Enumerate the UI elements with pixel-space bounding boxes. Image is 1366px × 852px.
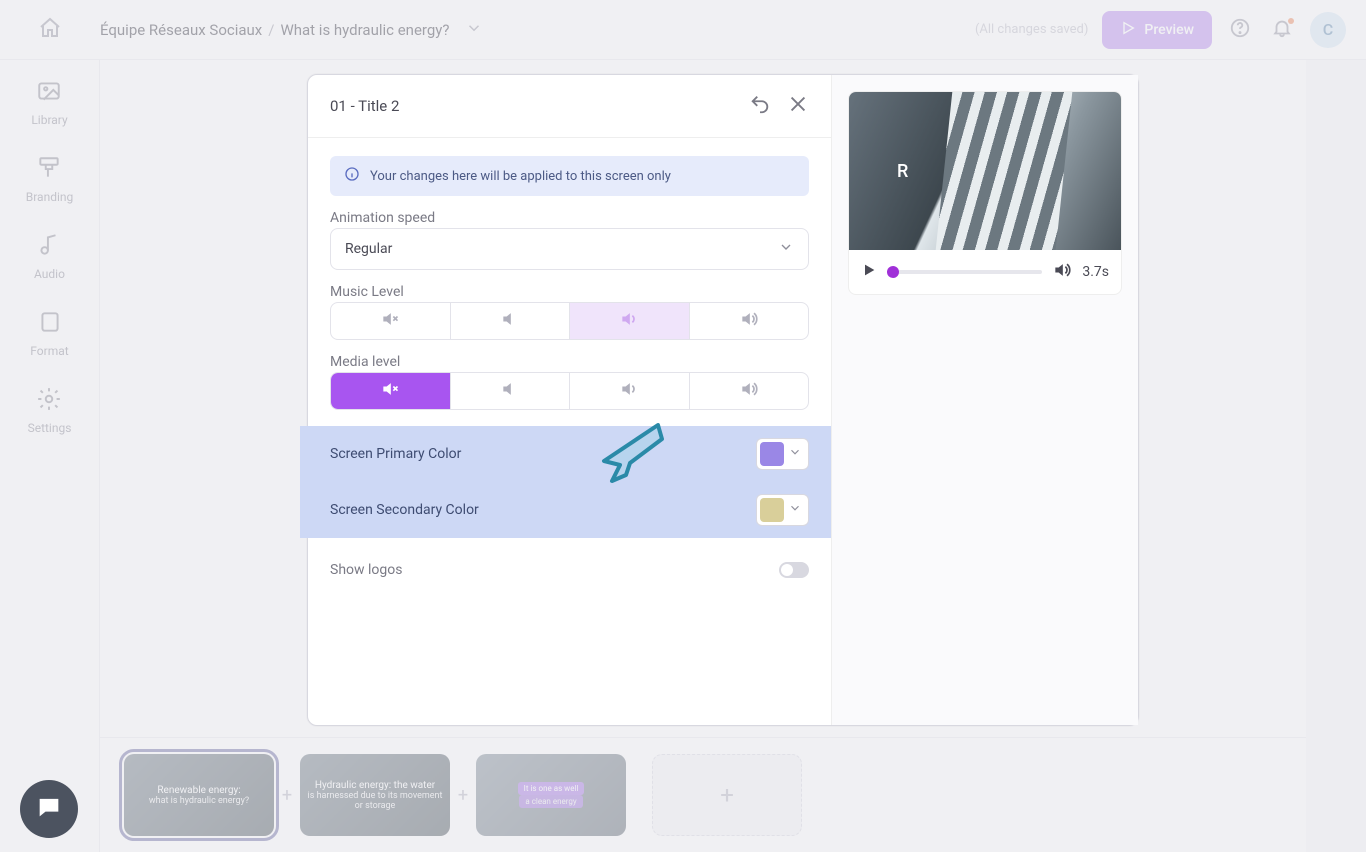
volume-medium-icon	[619, 379, 639, 403]
volume-high-icon	[739, 309, 759, 333]
media-level-segmented	[330, 372, 809, 410]
music-level-segmented	[330, 302, 809, 340]
animation-speed-label: Animation speed	[330, 210, 809, 226]
screen-settings-dialog: 01 - Title 2 Your changes here will be a…	[307, 74, 1139, 726]
animation-speed-value: Regular	[345, 241, 392, 257]
chat-button[interactable]	[20, 780, 78, 838]
secondary-color-picker[interactable]	[756, 494, 809, 526]
info-banner: Your changes here will be applied to thi…	[330, 156, 809, 196]
secondary-color-swatch	[760, 498, 784, 522]
dialog-header: 01 - Title 2	[308, 75, 831, 138]
scrubber-handle[interactable]	[887, 266, 899, 278]
music-level-low[interactable]	[451, 303, 571, 339]
preview-scrubber[interactable]	[887, 270, 1042, 274]
music-level-label: Music Level	[330, 284, 809, 300]
media-level-low[interactable]	[451, 373, 571, 409]
chat-icon	[35, 793, 63, 825]
show-logos-label: Show logos	[330, 562, 402, 578]
media-level-high[interactable]	[690, 373, 809, 409]
preview-volume-button[interactable]	[1052, 260, 1072, 284]
media-level-mute[interactable]	[331, 373, 451, 409]
media-level-medium[interactable]	[570, 373, 690, 409]
preview-overlay-text: R	[897, 161, 908, 182]
primary-color-picker[interactable]	[756, 438, 809, 470]
animation-speed-select[interactable]: Regular	[330, 228, 809, 270]
primary-color-label: Screen Primary Color	[330, 446, 461, 462]
volume-mute-icon	[380, 309, 400, 333]
music-level-medium[interactable]	[570, 303, 690, 339]
dialog-preview-panel: R 3.7s	[832, 75, 1138, 725]
show-logos-toggle[interactable]	[779, 562, 809, 578]
primary-color-row: Screen Primary Color	[330, 426, 809, 482]
preview-controls: 3.7s	[849, 250, 1121, 294]
volume-low-icon	[500, 309, 520, 333]
info-icon	[344, 166, 360, 186]
primary-color-swatch	[760, 442, 784, 466]
show-logos-row: Show logos	[330, 552, 809, 578]
chevron-down-icon	[788, 445, 802, 463]
close-button[interactable]	[787, 93, 809, 119]
secondary-color-row: Screen Secondary Color	[330, 482, 809, 538]
dialog-title: 01 - Title 2	[330, 97, 399, 115]
undo-button[interactable]	[749, 93, 771, 119]
preview-thumbnail[interactable]: R	[849, 92, 1121, 250]
media-level-label: Media level	[330, 354, 809, 370]
color-rows-highlight: Screen Primary Color Screen Secondary Co…	[300, 426, 831, 538]
secondary-color-label: Screen Secondary Color	[330, 502, 479, 518]
music-level-high[interactable]	[690, 303, 809, 339]
volume-mute-icon	[380, 379, 400, 403]
volume-low-icon	[500, 379, 520, 403]
preview-card: R 3.7s	[848, 91, 1122, 295]
volume-high-icon	[739, 379, 759, 403]
chevron-down-icon	[788, 501, 802, 519]
volume-medium-icon	[619, 309, 639, 333]
preview-duration: 3.7s	[1082, 264, 1109, 280]
music-level-mute[interactable]	[331, 303, 451, 339]
info-banner-text: Your changes here will be applied to thi…	[370, 169, 671, 184]
play-button[interactable]	[861, 262, 877, 282]
chevron-down-icon	[778, 239, 794, 259]
